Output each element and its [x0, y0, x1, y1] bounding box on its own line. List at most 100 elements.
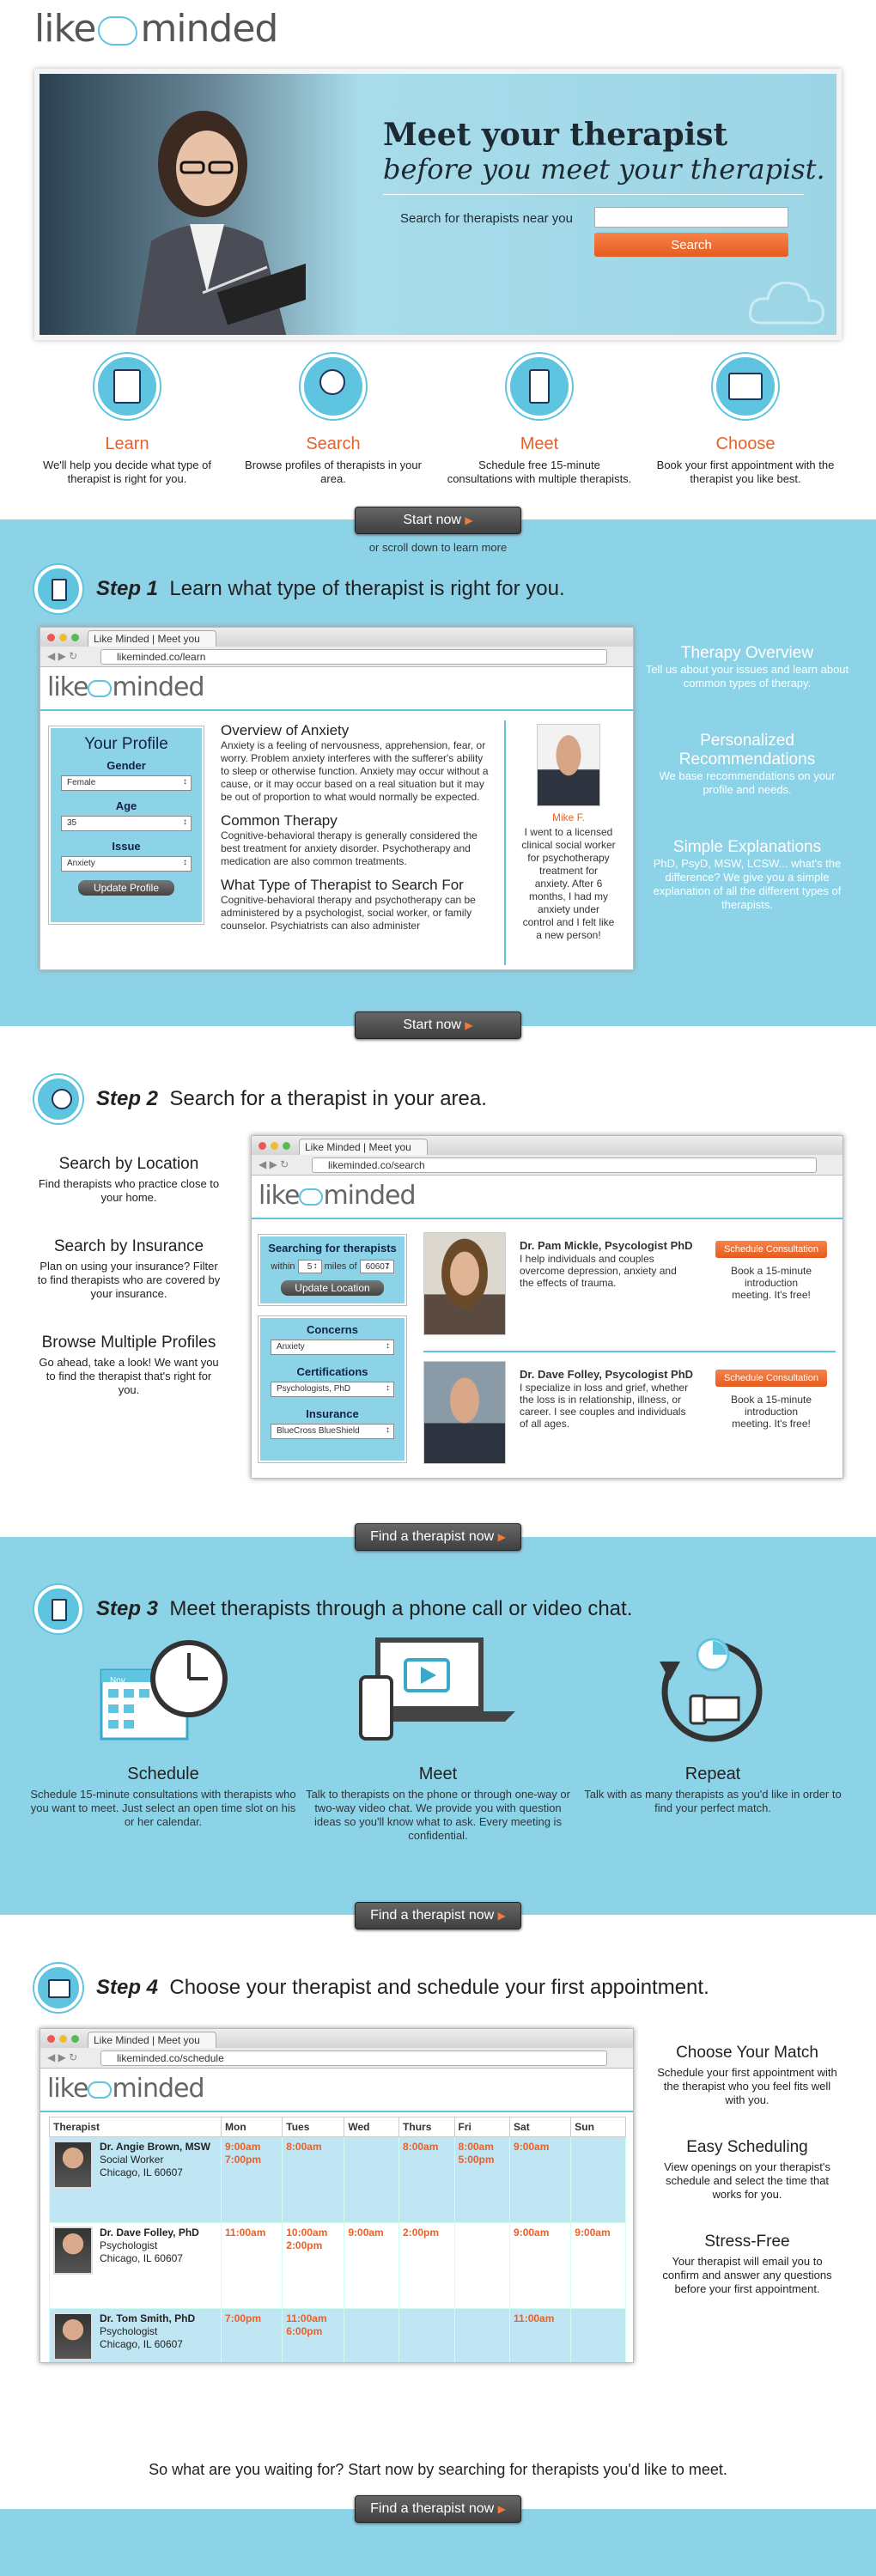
url-bar[interactable]: likeminded.co/schedule	[100, 2050, 607, 2066]
item-title: Meet	[418, 1765, 458, 1783]
logo[interactable]: like minded	[34, 7, 278, 51]
certifications-label: Certifications	[296, 1365, 368, 1378]
schedule-consultation-button[interactable]: Schedule Consultation	[715, 1241, 827, 1258]
update-profile-button[interactable]: Update Profile	[78, 880, 174, 896]
consultation-note: Book a 15-minute introduction meeting. I…	[730, 1394, 812, 1430]
time-slot[interactable]: 9:00am 7:00pm	[220, 2136, 283, 2223]
concerns-select[interactable]: Anxiety	[271, 1340, 394, 1355]
issue-select[interactable]: Anxiety	[61, 856, 192, 872]
browser-tab[interactable]: Like Minded | Meet you	[299, 1139, 428, 1155]
logo-text-like: like	[34, 7, 96, 51]
browser-tab[interactable]: Like Minded | Meet you	[88, 2032, 216, 2048]
time-slot[interactable]	[453, 2222, 511, 2309]
time-slot[interactable]: 8:00am	[282, 2136, 345, 2223]
find-therapist-button[interactable]: Find a therapist now ▶	[355, 1902, 521, 1929]
time-slot[interactable]: 9:00am	[570, 2222, 626, 2309]
closing-text: So what are you waiting for? Start now b…	[149, 2461, 727, 2478]
side-text: Schedule your first appointment with the…	[657, 2066, 837, 2106]
item-text: Talk with as many therapists as you'd li…	[584, 1788, 842, 1814]
time-slot[interactable]: 11:00am	[220, 2222, 283, 2309]
time-slot[interactable]: 9:00am	[344, 2222, 400, 2309]
filters-panel: Concerns Anxiety Certifications Psycholo…	[258, 1315, 407, 1463]
therapist-name[interactable]: Dr. Dave Folley, Psycologist PhD	[520, 1368, 700, 1381]
column-header: Thurs	[398, 2117, 455, 2137]
time-slot[interactable]	[570, 2136, 626, 2223]
result-card[interactable]: Dr. Dave Folley, Psycologist PhD I speci…	[423, 1361, 836, 1473]
result-card[interactable]: Dr. Pam Mickle, Psycologist PhD I help i…	[423, 1232, 836, 1344]
table-row: Dr. Tom Smith, PhD Psychologist Chicago, I…	[49, 2308, 626, 2362]
gender-select[interactable]: Female	[61, 775, 192, 791]
zip-input[interactable]: 60607	[359, 1260, 394, 1273]
therapist-name[interactable]: Dr. Tom Smith, PhD	[100, 2312, 195, 2324]
find-therapist-button[interactable]: Find a therapist now ▶	[355, 2495, 521, 2523]
column-header: Fri	[453, 2117, 511, 2137]
feature-text: We'll help you decide what type of thera…	[43, 459, 211, 485]
column-header: Sun	[570, 2117, 626, 2137]
start-now-button[interactable]: Start now ▶	[355, 507, 521, 534]
url-bar[interactable]: likeminded.co/learn	[100, 649, 607, 665]
column-header: Tues	[282, 2117, 345, 2137]
browser-window-search: Like Minded | Meet you ◀ ▶ ↻ likeminded.c…	[251, 1135, 843, 1479]
therapist-name[interactable]: Dr. Angie Brown, MSW	[100, 2141, 210, 2153]
avatar	[423, 1232, 506, 1335]
search-input[interactable]	[594, 207, 788, 228]
avatar	[53, 2312, 93, 2360]
side-title: Browse Multiple Profiles	[41, 1334, 216, 1352]
time-slot[interactable]: 8:00am 5:00pm	[453, 2136, 511, 2223]
gender-label: Gender	[106, 759, 146, 772]
therapist-name[interactable]: Dr. Pam Mickle, Psycologist PhD	[520, 1239, 700, 1252]
time-slot[interactable]: 2:00pm	[398, 2222, 455, 2309]
side-title: Personalized Recommendations	[678, 732, 816, 769]
profile-title: Your Profile	[84, 735, 168, 753]
hero-title: Meet your therapist	[383, 117, 728, 153]
feature-text: Browse profiles of therapists in your ar…	[245, 459, 422, 485]
cloud-icon	[749, 281, 824, 325]
therapist-name[interactable]: Dr. Dave Folley, PhD	[100, 2227, 199, 2239]
time-slot[interactable]	[453, 2308, 511, 2362]
side-text: Plan on using your insurance? Filter to …	[37, 1260, 221, 1300]
video-chat-icon	[359, 1637, 515, 1741]
time-slot[interactable]: 9:00am	[509, 2222, 572, 2309]
side-title: Simple Explanations	[672, 838, 822, 856]
time-slot[interactable]: 9:00am	[509, 2136, 572, 2223]
article-column: Overview of Anxiety Anxiety is a feeling…	[221, 722, 491, 933]
url-bar[interactable]: likeminded.co/search	[312, 1157, 817, 1173]
side-text: Find therapists who practice close to yo…	[38, 1177, 220, 1204]
browser-window-schedule: Like Minded | Meet you ◀ ▶ ↻ likeminded.c…	[40, 2028, 634, 2363]
update-location-button[interactable]: Update Location	[281, 1280, 384, 1296]
time-slot[interactable]: 11:00am 6:00pm	[282, 2308, 345, 2362]
step2-title: Step 2 Search for a therapist in your ar…	[96, 1087, 487, 1110]
calendar-icon	[713, 354, 778, 419]
quote-name: Mike F.	[551, 811, 585, 823]
hero-banner: Meet your therapist before you meet your…	[34, 69, 842, 340]
step4-sidebar: Choose Your Match Schedule your first ap…	[653, 2044, 842, 2296]
browser-tab[interactable]: Like Minded | Meet you	[88, 630, 216, 647]
find-therapist-button[interactable]: Find a therapist now ▶	[355, 1523, 521, 1551]
time-slot[interactable]	[570, 2308, 626, 2362]
column-header: Sat	[509, 2117, 572, 2137]
cloud-icon	[98, 16, 138, 46]
calendar-month-label: Nov	[110, 1676, 125, 1686]
time-slot[interactable]	[344, 2308, 400, 2362]
quote-text: I went to a licensed clinical social wor…	[521, 826, 616, 941]
time-slot[interactable]: 11:00am	[509, 2308, 572, 2362]
column-header[interactable]: Therapist	[49, 2117, 222, 2137]
miles-select[interactable]: 5	[297, 1260, 322, 1273]
article-title: Common Therapy	[221, 812, 338, 829]
time-slot[interactable]: 8:00am	[398, 2136, 455, 2223]
schedule-consultation-button[interactable]: Schedule Consultation	[715, 1370, 827, 1387]
start-now-button[interactable]: Start now ▶	[355, 1012, 521, 1039]
time-slot[interactable]: 10:00am 2:00pm	[282, 2222, 345, 2309]
age-select[interactable]: 35	[61, 816, 192, 831]
time-slot[interactable]	[344, 2136, 400, 2223]
time-slot[interactable]	[398, 2308, 455, 2362]
search-button[interactable]: Search	[594, 233, 788, 257]
insurance-select[interactable]: BlueCross BlueShield	[271, 1424, 394, 1439]
certifications-select[interactable]: Psychologists, PhD	[271, 1382, 394, 1397]
time-slot[interactable]: 7:00pm	[220, 2308, 283, 2362]
phone-icon	[507, 354, 572, 419]
column-header: Wed	[344, 2117, 400, 2137]
repeat-icon	[660, 1637, 763, 1742]
feature-choose: Choose Book your first appointment with …	[651, 354, 840, 486]
article-text: Cognitive-behavioral therapy is generall…	[221, 829, 478, 867]
